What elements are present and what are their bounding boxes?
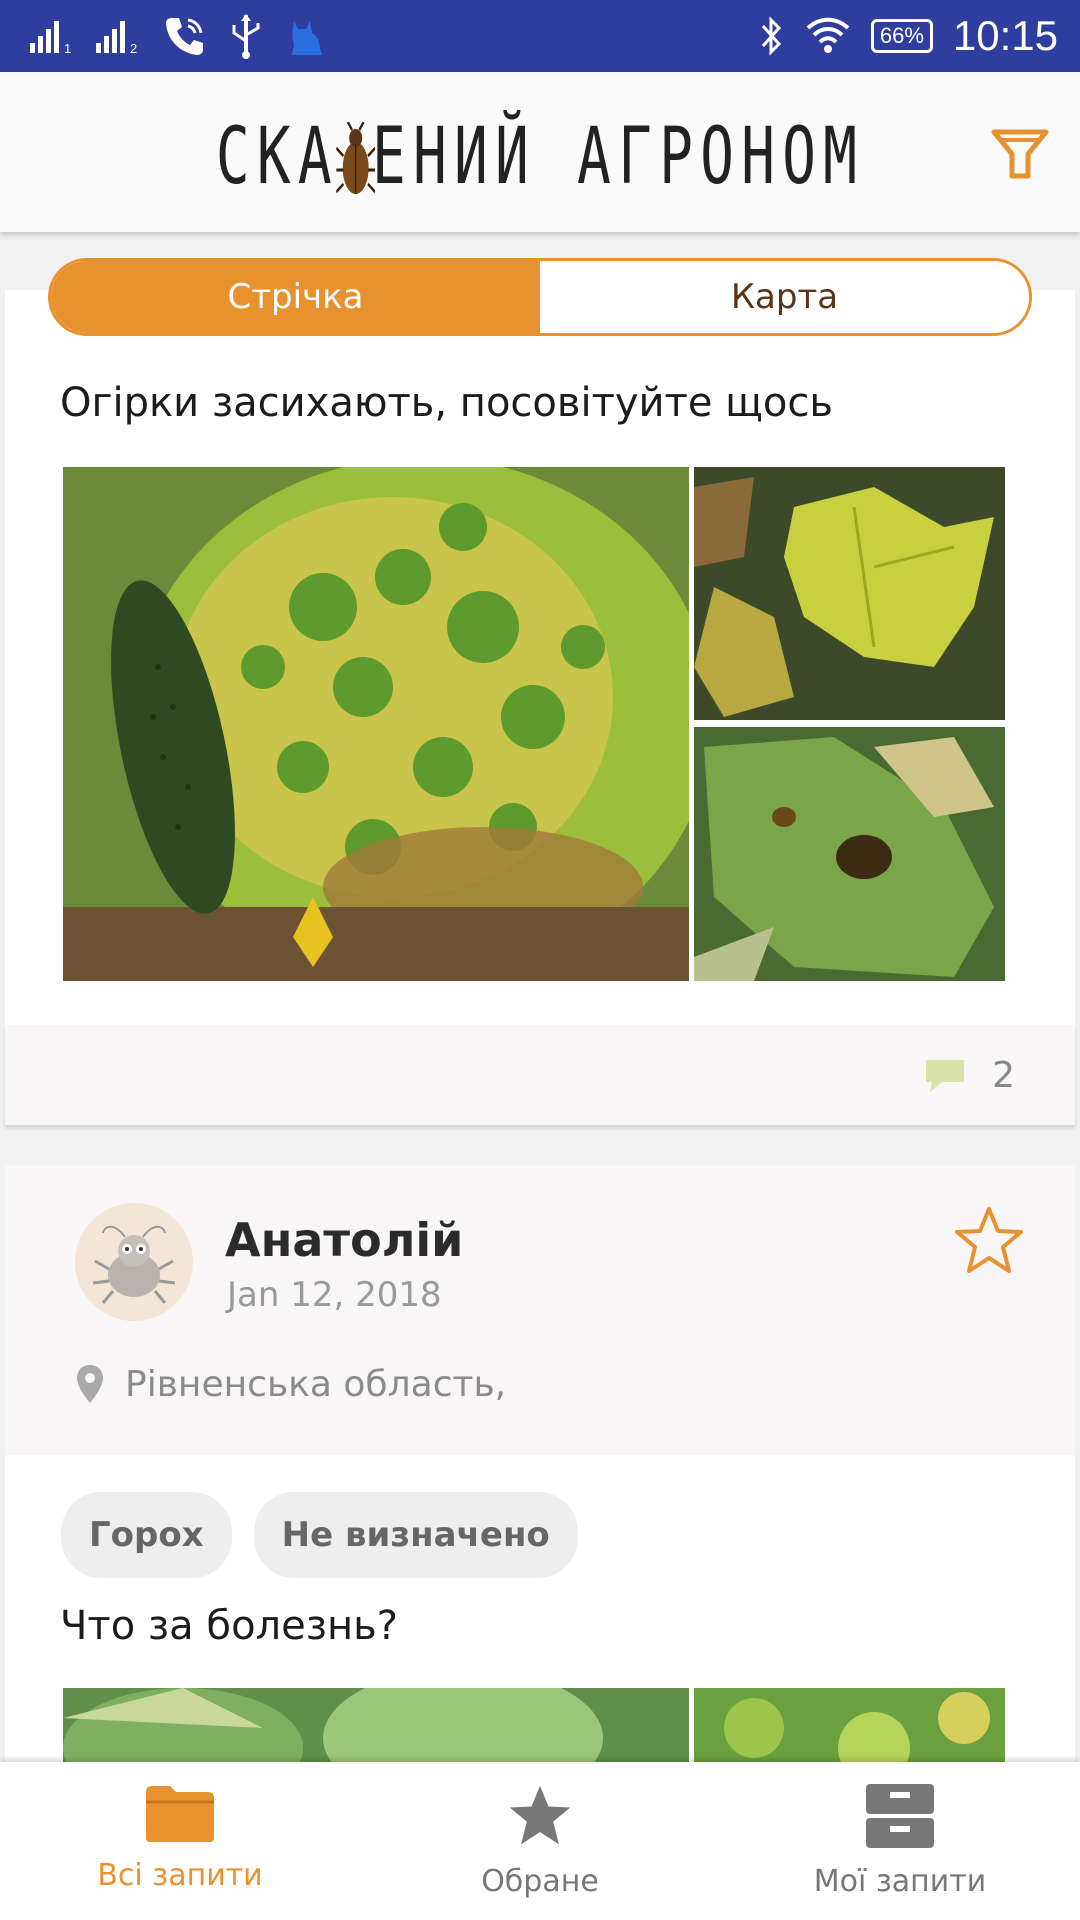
tag-status[interactable]: Не визначено xyxy=(253,1492,578,1578)
post-header: Анатолій Jan 12, 2018 Рівненська область… xyxy=(5,1165,1075,1455)
phone-icon xyxy=(166,18,203,55)
map-pin-icon xyxy=(77,1365,103,1403)
status-bar: 1 2 66% 10:15 xyxy=(0,0,1080,72)
signal-sim2-icon: 2 xyxy=(96,21,137,53)
app-header: СКА ЕНИЙ АГРОНОМ xyxy=(0,72,1080,232)
filter-icon[interactable] xyxy=(990,124,1050,184)
post-image[interactable] xyxy=(694,467,1005,720)
cat-icon xyxy=(292,21,322,55)
tab-feed[interactable]: Стрічка xyxy=(51,261,540,333)
comment-icon xyxy=(926,1059,965,1092)
star-icon xyxy=(509,1785,571,1845)
cucumber-yellow-leaf-image xyxy=(694,467,1005,720)
comments-counter[interactable]: 2 xyxy=(924,1055,1015,1096)
folder-icon xyxy=(146,1786,214,1842)
tag-crop[interactable]: Горох xyxy=(61,1492,232,1578)
location-text: Рівненська область, xyxy=(125,1363,507,1405)
avatar[interactable] xyxy=(75,1203,193,1321)
location: Рівненська область, xyxy=(75,1363,506,1405)
post-footer: 2 xyxy=(5,1025,1075,1125)
clock: 10:15 xyxy=(952,12,1058,59)
logo-text-left: СКА xyxy=(215,112,339,202)
usb-icon xyxy=(232,14,260,59)
battery-icon: 66% xyxy=(870,19,933,53)
nav-all-requests[interactable]: Всі запити xyxy=(0,1762,360,1920)
bottom-navigation: Всі запити Обране Мої запити xyxy=(0,1762,1080,1920)
nav-my-requests[interactable]: Мої запити xyxy=(720,1762,1080,1920)
beetle-icon xyxy=(336,121,375,194)
nav-label: Обране xyxy=(481,1864,599,1899)
tag-list: Горох Не визначено xyxy=(61,1492,578,1578)
archive-icon xyxy=(866,1784,934,1848)
star-outline-icon[interactable] xyxy=(953,1205,1025,1277)
wifi-icon xyxy=(806,17,850,53)
tab-map[interactable]: Карта xyxy=(540,261,1029,333)
nav-label: Всі запити xyxy=(97,1858,263,1893)
app-logo: СКА ЕНИЙ АГРОНОМ xyxy=(151,112,929,202)
cucumber-spotted-leaf-image xyxy=(694,727,1005,981)
svg-text:1: 1 xyxy=(64,41,71,53)
post-title: Что за болезнь? xyxy=(60,1603,398,1649)
svg-text:2: 2 xyxy=(130,41,137,53)
nav-favorites[interactable]: Обране xyxy=(360,1762,720,1920)
comments-count: 2 xyxy=(992,1055,1015,1096)
bluetooth-icon xyxy=(761,16,781,56)
view-switcher: Стрічка Карта xyxy=(48,258,1032,336)
signal-sim1-icon: 1 xyxy=(30,21,71,53)
cucumber-leaf-mosaic-image xyxy=(63,467,689,981)
nav-label: Мої запити xyxy=(813,1864,987,1899)
author-name[interactable]: Анатолій xyxy=(225,1213,463,1267)
bug-avatar-icon xyxy=(92,1225,176,1304)
post-title: Огірки засихають, посовітуйте щось xyxy=(60,380,833,426)
logo-text-right: ЕНИЙ АГРОНОМ xyxy=(372,112,865,202)
post-date: Jan 12, 2018 xyxy=(227,1275,442,1315)
post-image[interactable] xyxy=(63,467,689,981)
post-image[interactable] xyxy=(694,727,1005,981)
